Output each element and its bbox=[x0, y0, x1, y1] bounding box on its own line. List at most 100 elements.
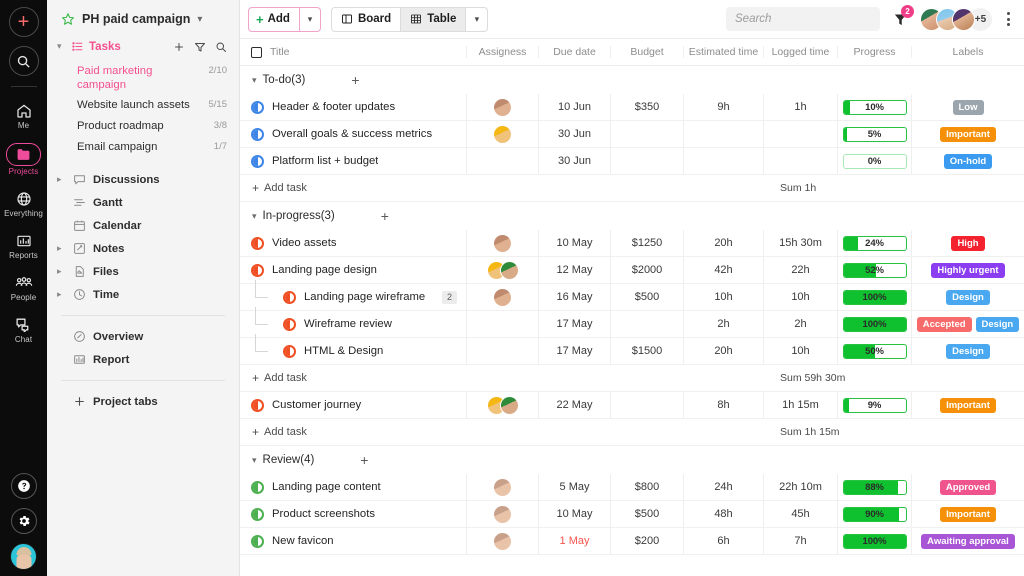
rail-item-chat[interactable]: Chat bbox=[0, 310, 47, 347]
search-input[interactable]: Search bbox=[726, 7, 880, 31]
cell-assigness[interactable] bbox=[467, 284, 539, 310]
status-badge[interactable]: Important bbox=[940, 398, 996, 413]
cell-logged-time[interactable]: 10h bbox=[764, 338, 838, 364]
status-icon[interactable] bbox=[251, 128, 264, 141]
cell-logged-time[interactable]: 10h bbox=[764, 284, 838, 310]
cell-logged-time[interactable]: 1h 15m bbox=[764, 392, 838, 418]
sidebar-item-discussions[interactable]: ▸ Discussions bbox=[47, 168, 239, 191]
cell-budget[interactable]: $500 bbox=[611, 284, 684, 310]
sidebar-item-paid-marketing-campaign[interactable]: Paid marketing campaign 2/10 bbox=[47, 61, 239, 95]
column-header-logged-time[interactable]: Logged time bbox=[764, 46, 838, 58]
cell-budget[interactable] bbox=[611, 311, 684, 337]
rail-item-people[interactable]: People bbox=[0, 268, 47, 305]
cell-budget[interactable]: $500 bbox=[611, 501, 684, 527]
assignee-avatar-group[interactable]: +5 bbox=[920, 7, 993, 32]
cell-budget[interactable]: $800 bbox=[611, 474, 684, 500]
progress-bar[interactable]: 0% bbox=[843, 154, 907, 169]
status-icon[interactable] bbox=[251, 399, 264, 412]
status-badge[interactable]: Accepted bbox=[917, 317, 972, 332]
status-icon[interactable] bbox=[251, 101, 264, 114]
task-title[interactable]: Platform list + budget bbox=[272, 155, 378, 167]
table-row[interactable]: Landing page wireframe216 May$50010h10h1… bbox=[240, 284, 1024, 311]
sidebar-project-header[interactable]: PH paid campaign ▾ bbox=[47, 0, 239, 36]
cell-assigness[interactable] bbox=[467, 392, 539, 418]
group-header-row[interactable]: ▾Review(4)+ bbox=[240, 446, 1024, 474]
global-add-button[interactable]: + bbox=[9, 7, 39, 37]
status-badge[interactable]: Design bbox=[976, 317, 1020, 332]
cell-assigness[interactable] bbox=[467, 94, 539, 120]
add-task-to-group-button[interactable]: + bbox=[381, 209, 389, 223]
status-icon[interactable] bbox=[251, 237, 264, 250]
column-header-assigness[interactable]: Assigness bbox=[467, 46, 539, 58]
cell-estimated-time[interactable]: 9h bbox=[684, 94, 764, 120]
cell-due-date[interactable]: 10 May bbox=[539, 230, 611, 256]
task-title[interactable]: Header & footer updates bbox=[272, 101, 395, 113]
cell-budget[interactable]: $200 bbox=[611, 528, 684, 554]
chevron-right-icon[interactable]: ▸ bbox=[57, 289, 66, 300]
cell-assigness[interactable] bbox=[467, 230, 539, 256]
progress-bar[interactable]: 100% bbox=[843, 317, 907, 332]
cell-estimated-time[interactable]: 24h bbox=[684, 474, 764, 500]
table-row[interactable]: Video assets10 May$125020h15h 30m24%High bbox=[240, 230, 1024, 257]
table-row[interactable]: HTML & Design17 May$150020h10h50%Design bbox=[240, 338, 1024, 365]
cell-assigness[interactable] bbox=[467, 311, 539, 337]
status-badge[interactable]: On-hold bbox=[944, 154, 992, 169]
cell-assigness[interactable] bbox=[467, 528, 539, 554]
cell-due-date[interactable]: 17 May bbox=[539, 311, 611, 337]
chevron-right-icon[interactable]: ▸ bbox=[57, 243, 66, 254]
task-title[interactable]: Overall goals & success metrics bbox=[272, 128, 432, 140]
sidebar-item-email-campaign[interactable]: Email campaign 1/7 bbox=[47, 137, 239, 158]
task-title[interactable]: Video assets bbox=[272, 237, 336, 249]
column-header-labels[interactable]: Labels bbox=[912, 46, 1024, 58]
cell-assigness[interactable] bbox=[467, 474, 539, 500]
rail-item-me[interactable]: Me bbox=[0, 96, 47, 133]
add-task-row[interactable]: +Add taskSum 1h bbox=[240, 175, 1024, 202]
progress-bar[interactable]: 10% bbox=[843, 100, 907, 115]
cell-logged-time[interactable] bbox=[764, 148, 838, 174]
cell-estimated-time[interactable]: 6h bbox=[684, 528, 764, 554]
cell-due-date[interactable]: 10 May bbox=[539, 501, 611, 527]
status-icon[interactable] bbox=[283, 318, 296, 331]
progress-bar[interactable]: 52% bbox=[843, 263, 907, 278]
sidebar-item-files[interactable]: ▸ Files bbox=[47, 260, 239, 283]
cell-assigness[interactable] bbox=[467, 338, 539, 364]
filter-button[interactable]: 2 bbox=[890, 8, 910, 30]
column-header-due-date[interactable]: Due date bbox=[539, 46, 611, 58]
star-icon[interactable] bbox=[61, 12, 75, 26]
task-title[interactable]: New favicon bbox=[272, 535, 334, 547]
progress-bar[interactable]: 24% bbox=[843, 236, 907, 251]
add-task-button[interactable]: +Add task bbox=[240, 181, 307, 195]
status-icon[interactable] bbox=[251, 155, 264, 168]
cell-budget[interactable]: $1500 bbox=[611, 338, 684, 364]
progress-bar[interactable]: 9% bbox=[843, 398, 907, 413]
cell-logged-time[interactable]: 7h bbox=[764, 528, 838, 554]
select-all-checkbox[interactable] bbox=[251, 47, 262, 58]
task-title[interactable]: Product screenshots bbox=[272, 508, 375, 520]
chevron-right-icon[interactable]: ▸ bbox=[57, 266, 66, 277]
table-row[interactable]: Product screenshots10 May$50048h45h90%Im… bbox=[240, 501, 1024, 528]
add-task-button[interactable]: +Add task bbox=[240, 425, 307, 439]
chevron-right-icon[interactable]: ▸ bbox=[57, 174, 66, 185]
progress-bar[interactable]: 100% bbox=[843, 290, 907, 305]
progress-bar[interactable]: 88% bbox=[843, 480, 907, 495]
cell-budget[interactable] bbox=[611, 121, 684, 147]
table-row[interactable]: Customer journey22 May8h1h 15m9%Importan… bbox=[240, 392, 1024, 419]
sidebar-item-report[interactable]: Report bbox=[47, 348, 239, 371]
sidebar-item-time[interactable]: ▸ Time bbox=[47, 283, 239, 306]
group-toggle[interactable]: ▾Review(4) bbox=[240, 454, 314, 466]
status-badge[interactable]: Low bbox=[953, 100, 984, 115]
cell-estimated-time[interactable]: 10h bbox=[684, 284, 764, 310]
add-button[interactable]: + Add ▾ bbox=[248, 7, 321, 32]
sidebar-section-tasks[interactable]: ▾ Tasks bbox=[47, 36, 239, 57]
table-row[interactable]: Header & footer updates10 Jun$3509h1h10%… bbox=[240, 94, 1024, 121]
cell-logged-time[interactable]: 22h bbox=[764, 257, 838, 283]
sidebar-item-overview[interactable]: Overview bbox=[47, 325, 239, 348]
status-badge[interactable]: Awaiting approval bbox=[921, 534, 1015, 549]
cell-due-date[interactable]: 17 May bbox=[539, 338, 611, 364]
tab-table[interactable]: Table bbox=[401, 8, 466, 31]
kebab-menu-icon[interactable] bbox=[1003, 12, 1014, 26]
column-header-budget[interactable]: Budget bbox=[611, 46, 684, 58]
view-dropdown-caret[interactable]: ▾ bbox=[466, 8, 487, 31]
group-header-row[interactable]: ▾In-progress(3)+ bbox=[240, 202, 1024, 230]
cell-due-date[interactable]: 10 Jun bbox=[539, 94, 611, 120]
